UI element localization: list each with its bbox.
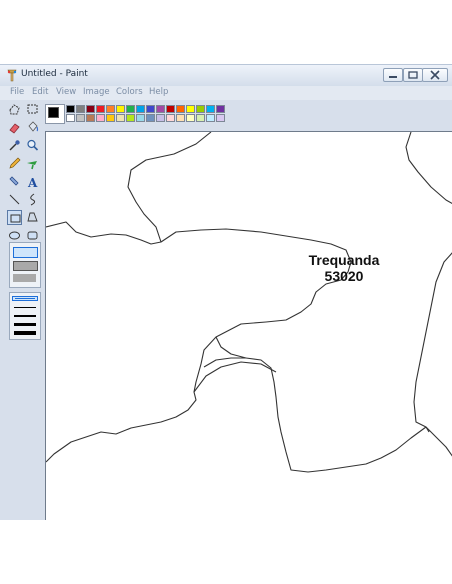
color-swatch[interactable] xyxy=(116,114,125,122)
select-tool[interactable] xyxy=(25,102,40,117)
menu-file[interactable]: File xyxy=(10,87,24,97)
color-picker-tool[interactable] xyxy=(7,138,22,153)
free-select-tool[interactable] xyxy=(7,102,22,117)
foreground-color[interactable] xyxy=(48,107,59,118)
minimize-icon xyxy=(389,76,397,78)
curve-icon xyxy=(30,193,36,206)
color-swatch[interactable] xyxy=(86,114,95,122)
fill-style-outline[interactable] xyxy=(13,247,38,258)
line-width-4[interactable] xyxy=(14,323,36,326)
window-title: Untitled - Paint xyxy=(21,69,88,79)
map-label-postcode: 53020 xyxy=(324,268,364,284)
eyedropper-icon xyxy=(9,140,20,151)
color-swatch[interactable] xyxy=(206,114,215,122)
magnifier-tool[interactable] xyxy=(25,138,40,153)
close-icon xyxy=(430,70,440,80)
color-swatch[interactable] xyxy=(66,105,75,113)
color-swatch[interactable] xyxy=(126,105,135,113)
color-swatch[interactable] xyxy=(196,114,205,122)
color-swatch[interactable] xyxy=(186,105,195,113)
title-bar[interactable]: Untitled - Paint xyxy=(0,64,452,87)
color-swatch[interactable] xyxy=(216,114,225,122)
line-width-5[interactable] xyxy=(14,331,36,335)
map-drawing xyxy=(46,132,452,473)
color-swatch[interactable] xyxy=(96,114,105,122)
color-swatch[interactable] xyxy=(76,114,85,122)
pencil-tool[interactable] xyxy=(7,156,22,171)
brush-tool[interactable] xyxy=(25,156,40,171)
drawing-canvas[interactable]: Trequanda 53020 xyxy=(45,131,452,520)
brush-icon xyxy=(27,161,37,170)
color-swatch[interactable] xyxy=(176,114,185,122)
map-label: Trequanda 53020 xyxy=(302,252,386,284)
color-swatch[interactable] xyxy=(136,105,145,113)
color-swatch[interactable] xyxy=(116,105,125,113)
paint-window: Untitled - Paint File Edit View Image Co… xyxy=(0,64,452,520)
line-width-options xyxy=(9,292,41,340)
menu-edit[interactable]: Edit xyxy=(32,87,48,97)
color-swatch[interactable] xyxy=(186,114,195,122)
line-tool[interactable] xyxy=(7,192,22,207)
star-select-icon xyxy=(9,104,20,115)
color-swatch[interactable] xyxy=(106,114,115,122)
color-swatch[interactable] xyxy=(146,114,155,122)
menu-bar: File Edit View Image Colors Help xyxy=(0,86,452,100)
menu-view[interactable]: View xyxy=(56,87,76,97)
menu-help[interactable]: Help xyxy=(149,87,168,97)
eraser-icon xyxy=(9,123,20,134)
map-label-town: Trequanda xyxy=(308,252,380,268)
color-swatch[interactable] xyxy=(156,105,165,113)
color-swatch[interactable] xyxy=(216,105,225,113)
color-swatch[interactable] xyxy=(66,114,75,122)
rect-select-icon xyxy=(27,104,38,114)
magnifier-icon xyxy=(27,139,39,151)
text-tool[interactable]: A xyxy=(25,174,40,190)
color-swatch[interactable] xyxy=(126,114,135,122)
airbrush-tool[interactable] xyxy=(7,174,22,189)
fill-style-options xyxy=(9,242,41,288)
color-swatch[interactable] xyxy=(176,105,185,113)
text-a-icon: A xyxy=(27,176,38,190)
rounded-rect-icon xyxy=(27,231,38,240)
maximize-icon xyxy=(408,71,418,79)
bucket-icon xyxy=(28,121,39,132)
minimize-button[interactable] xyxy=(383,68,403,82)
fill-style-filled[interactable] xyxy=(13,274,36,282)
color-swatch[interactable] xyxy=(206,105,215,113)
color-swatch[interactable] xyxy=(166,105,175,113)
rounded-rectangle-tool[interactable] xyxy=(25,228,40,243)
rectangle-icon xyxy=(10,214,21,223)
color-swatch[interactable] xyxy=(196,105,205,113)
line-width-1[interactable] xyxy=(12,296,38,301)
polygon-tool[interactable] xyxy=(25,210,40,225)
paint-app-icon xyxy=(6,68,18,82)
fill-style-outline-filled[interactable] xyxy=(13,261,38,271)
close-button[interactable] xyxy=(422,68,448,82)
polygon-icon xyxy=(27,212,38,222)
menu-image[interactable]: Image xyxy=(83,87,110,97)
color-swatch[interactable] xyxy=(76,105,85,113)
line-width-2[interactable] xyxy=(14,307,36,308)
color-swatch[interactable] xyxy=(166,114,175,122)
curve-tool[interactable] xyxy=(25,192,40,207)
menu-colors[interactable]: Colors xyxy=(116,87,143,97)
eraser-tool[interactable] xyxy=(7,120,22,135)
color-swatch[interactable] xyxy=(146,105,155,113)
pencil-icon xyxy=(9,157,21,169)
fill-tool[interactable] xyxy=(25,120,40,135)
line-width-3[interactable] xyxy=(14,315,36,317)
color-swatch[interactable] xyxy=(136,114,145,122)
ellipse-tool[interactable] xyxy=(7,228,22,243)
color-swatch[interactable] xyxy=(156,114,165,122)
color-swatch[interactable] xyxy=(106,105,115,113)
airbrush-icon xyxy=(9,176,19,186)
color-swatch[interactable] xyxy=(86,105,95,113)
line-icon xyxy=(9,194,20,205)
svg-text:A: A xyxy=(27,176,38,189)
ellipse-icon xyxy=(9,231,20,240)
current-colors[interactable] xyxy=(45,104,65,124)
color-swatch[interactable] xyxy=(96,105,105,113)
maximize-button[interactable] xyxy=(403,68,423,82)
rectangle-tool[interactable] xyxy=(7,210,22,225)
